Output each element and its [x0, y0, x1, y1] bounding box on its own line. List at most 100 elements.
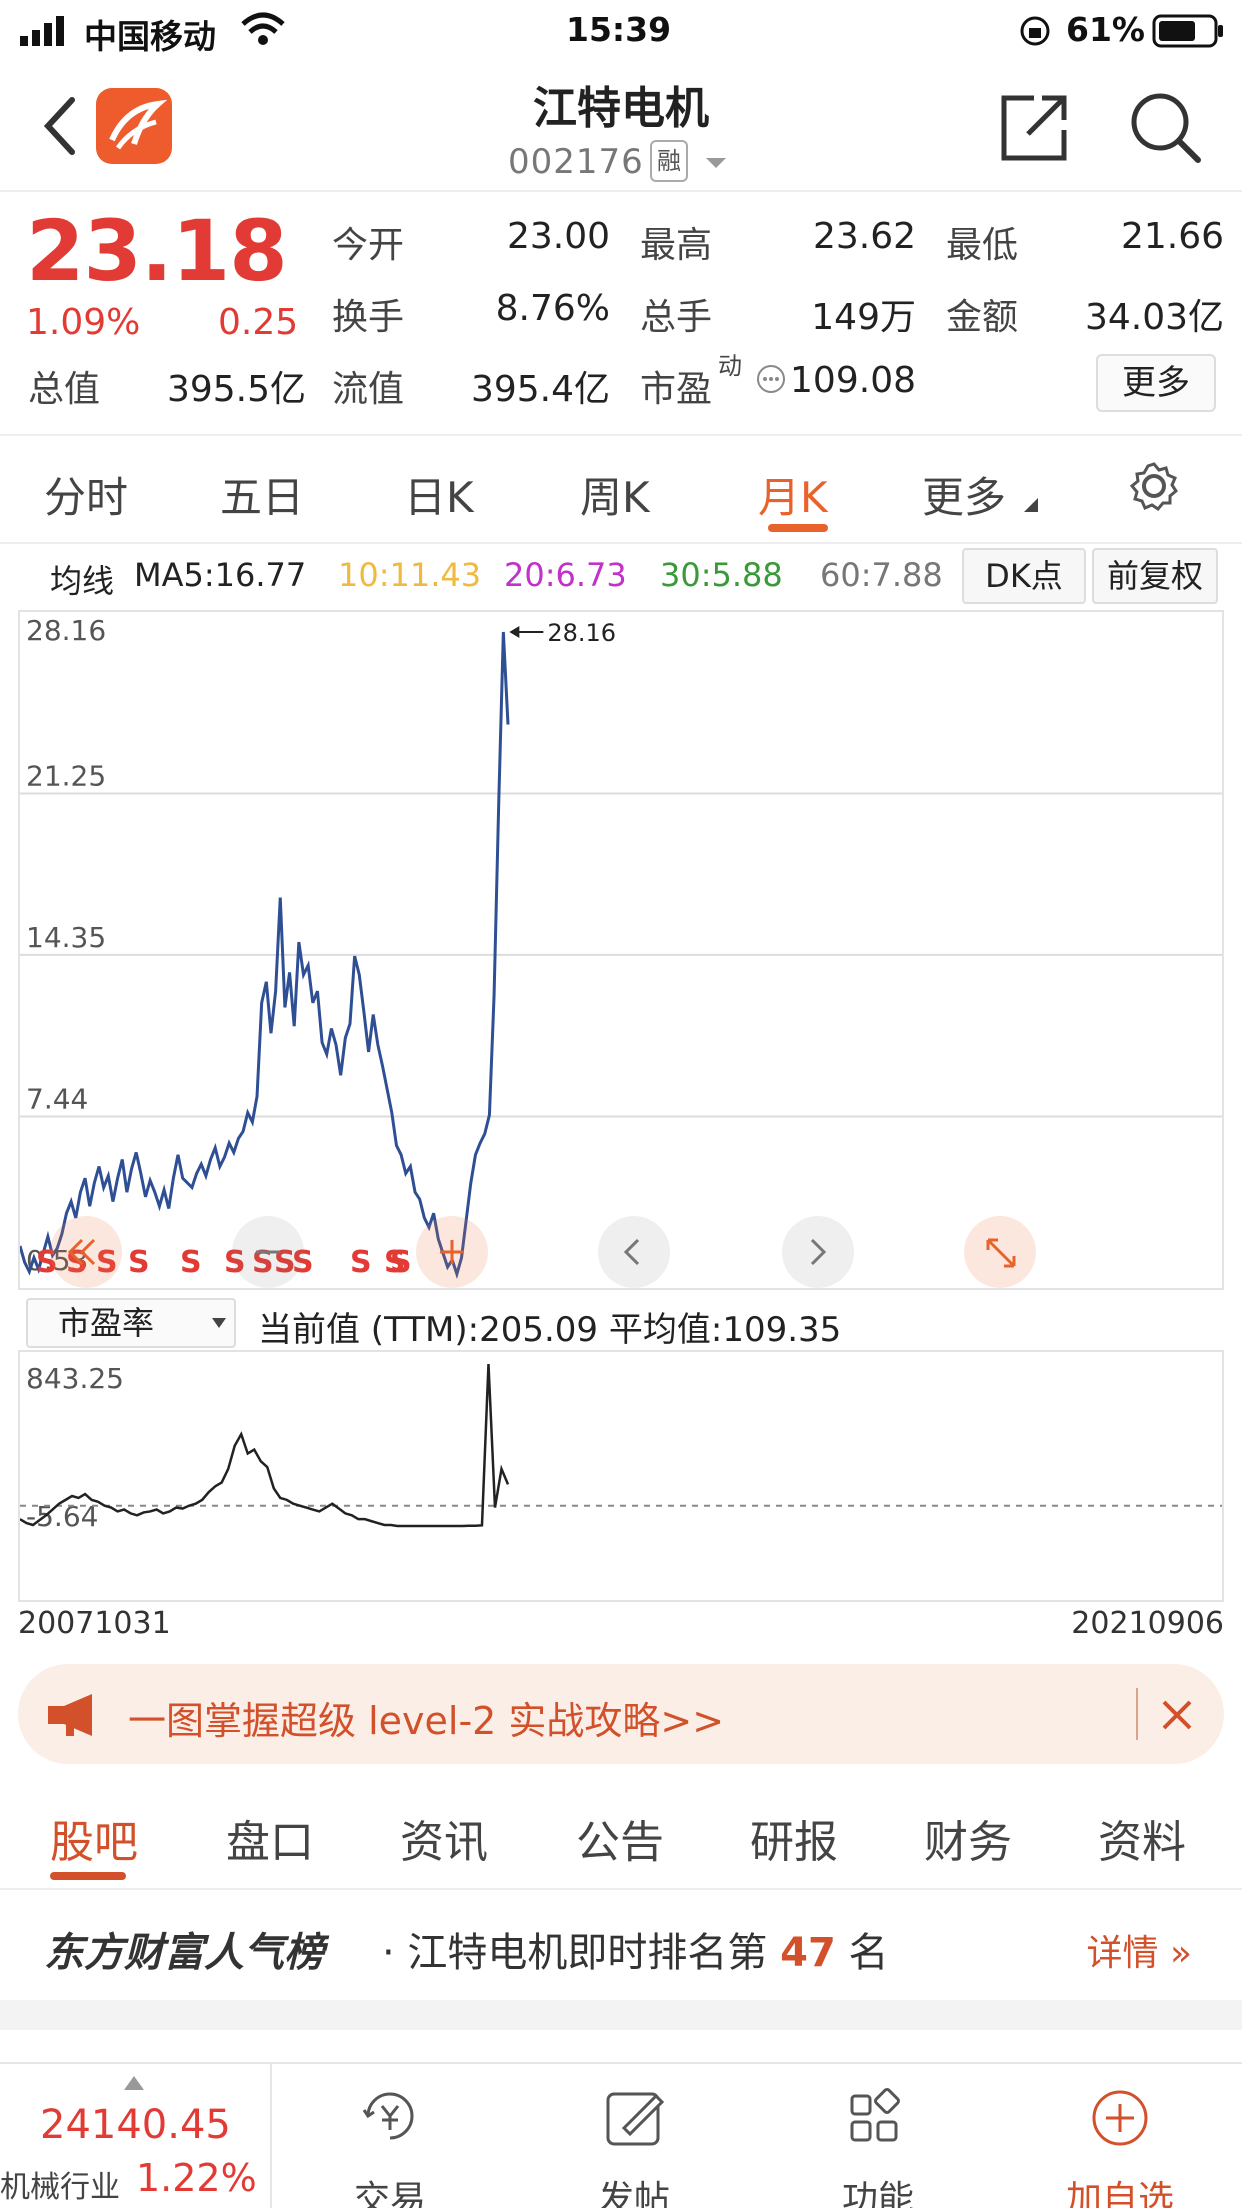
- y-tick-label: 28.16: [26, 614, 106, 647]
- ma10-value: 10:11.43: [338, 556, 482, 594]
- active-tab-indicator: [768, 524, 828, 532]
- start-date: 20071031: [18, 1606, 171, 1641]
- rank-prefix: · 江特电机即时排名第: [382, 1930, 768, 1976]
- sell-marker: S: [390, 1245, 412, 1280]
- select-arrow-icon: [212, 1318, 226, 1328]
- add-watchlist-label: 加自选: [1065, 2179, 1174, 2208]
- zoom-in-button[interactable]: [416, 1216, 488, 1288]
- low-value: 21.66: [1120, 216, 1224, 257]
- amount-label: 金额: [946, 297, 1019, 338]
- pe-sup: 动: [718, 352, 742, 380]
- max-price-label: 28.16: [547, 619, 616, 647]
- tab-more[interactable]: 更多: [922, 464, 1006, 525]
- tab-news[interactable]: 资讯: [400, 1806, 488, 1870]
- ma60-value: 60:7.88: [820, 556, 943, 594]
- pe-current: 当前值 (TTM):205.09: [258, 1310, 599, 1350]
- y-tick-label: 21.25: [26, 760, 106, 793]
- active-section-indicator: [50, 1872, 126, 1880]
- turnover-value: 8.76%: [495, 288, 610, 329]
- rank-detail-link[interactable]: 详情 »: [1087, 1924, 1193, 1976]
- y-tick-label: 14.35: [26, 921, 106, 954]
- add-watchlist-button[interactable]: 加自选: [1050, 2084, 1190, 2208]
- post-button[interactable]: 发帖: [564, 2084, 704, 2208]
- more-button[interactable]: 更多: [1096, 354, 1216, 412]
- high-label: 最高: [640, 225, 713, 266]
- close-icon[interactable]: [1160, 1698, 1194, 1732]
- double-chevron-icon: »: [1169, 1933, 1192, 1974]
- nav-header: 江特电机 002176 融: [0, 60, 1242, 192]
- trade-button[interactable]: 交易: [320, 2084, 460, 2208]
- plus-circle-icon: [1092, 2090, 1148, 2146]
- tab-weekly-k[interactable]: 周K: [580, 464, 650, 525]
- expand-button[interactable]: [964, 1216, 1036, 1288]
- next-button[interactable]: [782, 1216, 854, 1288]
- ma5-value: MA5:16.77: [134, 556, 307, 594]
- orientation-lock-icon: [1020, 16, 1050, 46]
- section-tabs: 股吧 盘口 资讯 公告 研报 财务 资料: [0, 1780, 1242, 1890]
- y-tick-label: 7.44: [26, 1082, 88, 1115]
- pe-value: 109.08: [790, 360, 916, 401]
- rewind-button[interactable]: [50, 1216, 122, 1288]
- carrier-label: 中国移动: [84, 17, 216, 56]
- settings-gear-icon[interactable]: [1128, 460, 1180, 512]
- quote-summary: 23.18 1.09% 0.25 今开 23.00 最高 23.62 最低 21…: [0, 192, 1242, 436]
- pe-indicator-row: 市盈率 当前值 (TTM):205.09 平均值:109.35: [0, 1294, 1242, 1350]
- promo-banner[interactable]: 一图掌握超级 level-2 实战攻略>>: [18, 1664, 1224, 1764]
- rank-number: 47: [780, 1930, 836, 1976]
- rank-suffix: 名: [848, 1930, 889, 1976]
- tab-monthly-k[interactable]: 月K: [758, 464, 828, 525]
- tab-guba[interactable]: 股吧: [50, 1806, 138, 1870]
- end-date: 20210906: [1071, 1606, 1224, 1641]
- zoom-out-button[interactable]: [232, 1216, 304, 1288]
- tab-finance[interactable]: 财务: [924, 1806, 1012, 1870]
- popularity-rank-row[interactable]: 东方财富人气榜 · 江特电机即时排名第 47 名 详情 »: [0, 1892, 1242, 2000]
- functions-label: 功能: [841, 2179, 914, 2208]
- tab-daily-k[interactable]: 日K: [404, 464, 474, 525]
- float-label: 流值: [332, 369, 405, 410]
- tab-research[interactable]: 研报: [750, 1806, 838, 1870]
- pe-chart[interactable]: 843.25 -5.64: [18, 1350, 1224, 1602]
- pe-chart-svg: 843.25-5.64: [19, 1362, 1222, 1533]
- current-price: 23.18: [26, 202, 288, 300]
- tab-profile[interactable]: 资料: [1098, 1806, 1186, 1870]
- amount-value: 34.03亿: [1084, 297, 1224, 338]
- max-arrow-head: [509, 626, 520, 638]
- post-label: 发帖: [597, 2179, 670, 2208]
- share-icon[interactable]: [998, 90, 1072, 164]
- wifi-icon: [241, 12, 285, 45]
- pe-average: 平均值:109.35: [608, 1310, 842, 1350]
- volume-label: 总手: [640, 297, 713, 338]
- prev-button-bg: [598, 1216, 670, 1288]
- industry-index-value: 24140.45: [40, 2102, 231, 2148]
- section-gap: [0, 2000, 1242, 2030]
- megaphone-icon: [48, 1694, 92, 1736]
- functions-button[interactable]: 功能: [808, 2084, 948, 2208]
- search-icon[interactable]: [1128, 90, 1202, 164]
- cellular-signal-icon: [20, 16, 64, 46]
- corner-triangle-icon: [1024, 498, 1038, 512]
- indicator-select-label: 市盈率: [58, 1304, 155, 1342]
- dropdown-arrow-icon[interactable]: [704, 156, 728, 172]
- tab-announcements[interactable]: 公告: [576, 1806, 664, 1870]
- price-adjust-button[interactable]: 前复权: [1092, 548, 1218, 604]
- margin-badge: 融: [650, 140, 688, 182]
- dk-point-button[interactable]: DK点: [962, 548, 1086, 604]
- price-chart-svg: 28.1621.2514.357.440.5328.16SSSSSSSSSSSS: [18, 614, 1222, 1288]
- tab-intraday[interactable]: 分时: [44, 464, 128, 525]
- rank-brand: 东方财富人气榜: [44, 1930, 324, 1976]
- indicator-select[interactable]: 市盈率: [26, 1298, 236, 1348]
- open-label: 今开: [332, 225, 405, 266]
- sell-marker: S: [350, 1245, 372, 1280]
- prev-button[interactable]: [598, 1216, 670, 1288]
- tab-five-day[interactable]: 五日: [220, 464, 304, 525]
- battery-percent: 61%: [1066, 10, 1145, 49]
- high-value: 23.62: [812, 216, 916, 257]
- turnover-label: 换手: [332, 297, 405, 338]
- pe-y-max-label: 843.25: [26, 1362, 124, 1395]
- low-label: 最低: [946, 225, 1019, 266]
- tab-pankou[interactable]: 盘口: [226, 1806, 314, 1870]
- monthly-k-chart[interactable]: 28.1621.2514.357.440.5328.16SSSSSSSSSSSS: [18, 610, 1224, 1290]
- apps-grid-icon: [850, 2088, 900, 2142]
- moving-average-row: 均线 MA5:16.77 10:11.43 20:6.73 30:5.88 60…: [0, 548, 1242, 604]
- float-value: 395.4亿: [470, 369, 610, 410]
